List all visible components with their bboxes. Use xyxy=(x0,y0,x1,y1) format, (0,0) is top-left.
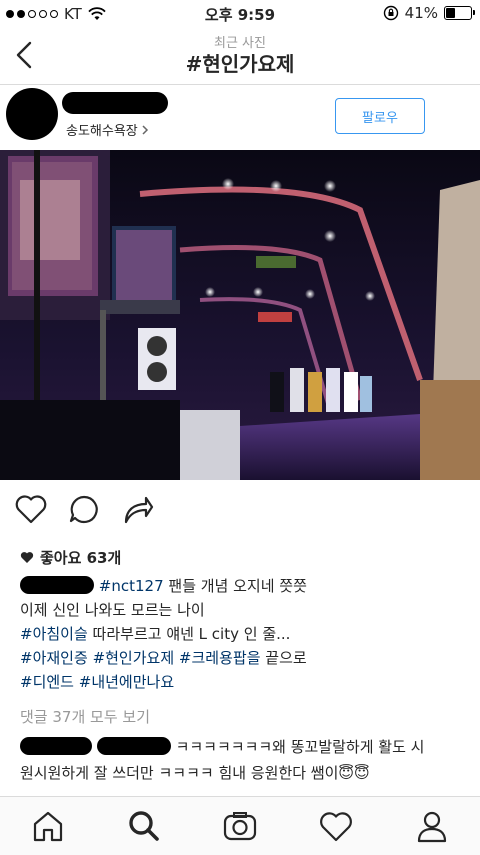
caption-line-4: #아재인증 #현인가요제 #크레용팝을 끝으로 xyxy=(20,646,470,670)
post-header: 송도해수욕장 팔로우 xyxy=(0,84,480,150)
page-title: #현인가요제 xyxy=(185,52,295,76)
caption-line-2: 이제 신인 나와도 모르는 나이 xyxy=(20,601,205,619)
likes-row[interactable]: 좋아요 63개 xyxy=(20,547,121,568)
home-icon[interactable] xyxy=(30,809,66,843)
hashtag-next-year[interactable]: #내년에만나요 xyxy=(79,673,174,691)
view-all-comments-link[interactable]: 댓글 37개 모두 보기 xyxy=(20,706,150,727)
hashtag-morning-dew[interactable]: #아침이슬 xyxy=(20,625,88,643)
battery-icon xyxy=(444,6,475,20)
comment: ㅋㅋㅋㅋㅋㅋㅋ왜 똥꼬발랄하게 활도 시 원시원하게 잘 쓰더만 ㅋㅋㅋㅋ 힘내… xyxy=(20,734,470,786)
caption-line-3: #아침이슬 따라부르고 얘넨 L city 인 줄... xyxy=(20,622,470,646)
battery-percent: 41% xyxy=(404,4,438,22)
hashtag-the-end[interactable]: #디엔드 xyxy=(20,673,74,691)
likes-count: 좋아요 63개 xyxy=(40,549,122,567)
like-heart-small-icon xyxy=(20,552,34,563)
caption-line-1: #nct127 팬들 개념 오지네 쯧쯧 xyxy=(20,574,470,598)
activity-heart-icon[interactable] xyxy=(318,809,354,843)
location-label: 송도해수욕장 xyxy=(66,124,138,139)
caption-text-1: 팬들 개념 오지네 쯧쯧 xyxy=(163,577,307,595)
heart-icon[interactable] xyxy=(14,494,48,524)
post-photo[interactable] xyxy=(0,150,480,480)
hashtag-nct127[interactable]: #nct127 xyxy=(99,577,164,595)
location-link[interactable]: 송도해수욕장 xyxy=(66,120,150,139)
hashtag-crayonpop[interactable]: #크레용팝을 xyxy=(179,649,261,667)
status-bar: KT 오후 9:59 41% xyxy=(0,0,480,28)
camera-icon[interactable] xyxy=(222,809,258,843)
hashtag-ajae[interactable]: #아재인증 xyxy=(20,649,88,667)
comment-emoji: 😇😇 xyxy=(338,764,370,782)
search-icon[interactable] xyxy=(126,809,162,843)
share-icon[interactable] xyxy=(122,494,154,524)
post-caption: #nct127 팬들 개념 오지네 쯧쯧 이제 신인 나와도 모르는 나이 #아… xyxy=(20,574,470,694)
post-actions xyxy=(0,484,480,532)
username-redacted[interactable] xyxy=(62,92,168,114)
caption-text-3: 따라부르고 얘넨 L city 인 줄... xyxy=(87,625,291,643)
commenter-redacted-1[interactable] xyxy=(20,737,92,755)
status-right: 41% xyxy=(383,4,475,22)
comment-icon[interactable] xyxy=(68,494,100,524)
comment-text-2: 원시원하게 잘 쓰더만 ㅋㅋㅋㅋ 힘내 응원한다 쌤이 xyxy=(20,764,339,782)
rotation-lock-icon xyxy=(383,5,398,21)
commenter-redacted-2[interactable] xyxy=(96,737,171,755)
tab-bar xyxy=(0,796,480,855)
nav-bar: 최근 사진 #현인가요제 xyxy=(0,28,480,85)
concert-stage-image xyxy=(0,150,480,480)
profile-icon[interactable] xyxy=(414,809,450,843)
caption-username-redacted[interactable] xyxy=(20,576,94,594)
caption-text-4: 끝으로 xyxy=(260,649,307,667)
hashtag-hyunin[interactable]: #현인가요제 xyxy=(93,649,175,667)
follow-button[interactable]: 팔로우 xyxy=(335,98,425,134)
avatar[interactable] xyxy=(6,88,58,140)
chevron-right-icon xyxy=(142,124,148,135)
caption-line-5: #디엔드 #내년에만나요 xyxy=(20,670,470,694)
comment-text-1: ㅋㅋㅋㅋㅋㅋㅋ왜 똥꼬발랄하게 활도 시 xyxy=(175,738,425,756)
